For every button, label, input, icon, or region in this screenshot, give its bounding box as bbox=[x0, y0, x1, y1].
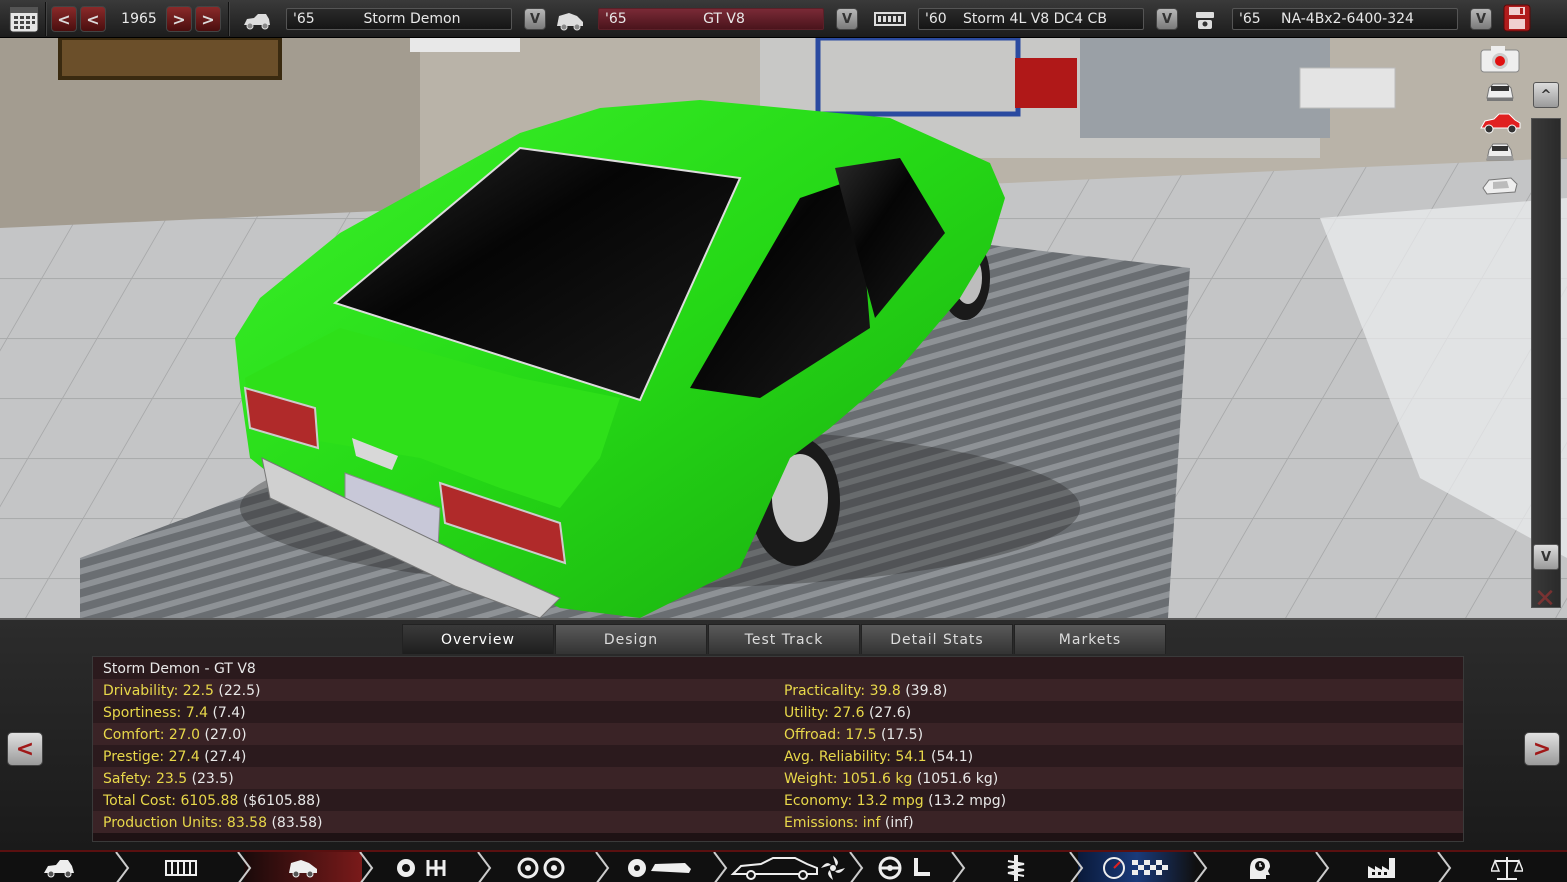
year-next-fast-button[interactable]: > bbox=[195, 6, 221, 32]
stat-safety: Safety: 23.5 (23.5) bbox=[103, 771, 234, 787]
next-panel-button[interactable]: > bbox=[1524, 732, 1560, 766]
year-next-button[interactable]: > bbox=[166, 6, 192, 32]
chevron-right-icon bbox=[115, 852, 130, 882]
designer-navbar bbox=[0, 850, 1567, 882]
info-panel: Overview Design Test Track Detail Stats … bbox=[0, 618, 1567, 850]
engine-name: Storm 4L V8 DC4 CB bbox=[963, 11, 1107, 27]
variant-dropdown-button[interactable]: V bbox=[1470, 8, 1492, 30]
stat-sportiness: Sportiness: 7.4 (7.4) bbox=[103, 705, 246, 721]
chevron-right-icon bbox=[951, 852, 966, 882]
chevron-right-icon bbox=[1437, 852, 1452, 882]
tab-design[interactable]: Design bbox=[555, 624, 707, 654]
nav-suspension-icon[interactable] bbox=[960, 852, 1072, 882]
stat-prestige: Prestige: 27.4 (27.4) bbox=[103, 749, 247, 765]
divider bbox=[228, 2, 230, 36]
nav-interior-icon[interactable] bbox=[858, 852, 954, 882]
tab-overview[interactable]: Overview bbox=[402, 624, 554, 654]
save-icon[interactable] bbox=[1503, 4, 1531, 32]
chevron-right-icon bbox=[849, 852, 864, 882]
close-icon[interactable]: ✕ bbox=[1528, 584, 1562, 614]
nav-chassis-icon[interactable] bbox=[124, 852, 238, 882]
variant-year: '65 bbox=[1239, 11, 1261, 27]
scroll-down-button[interactable]: V bbox=[1533, 544, 1559, 570]
car-rear-icon[interactable] bbox=[1477, 138, 1523, 168]
camera-icon[interactable] bbox=[1477, 44, 1523, 74]
view-scrollbar[interactable] bbox=[1531, 118, 1561, 608]
stat-comfort: Comfort: 27.0 (27.0) bbox=[103, 727, 247, 743]
nav-car-design-icon[interactable] bbox=[722, 852, 852, 882]
stat-utility: Utility: 27.6 (27.6) bbox=[784, 705, 912, 721]
stat-weight: Weight: 1051.6 kg (1051.6 kg) bbox=[784, 771, 999, 787]
car-front-icon[interactable] bbox=[1477, 76, 1523, 106]
stat-economy: Economy: 13.2 mpg (13.2 mpg) bbox=[784, 793, 1007, 809]
model-dropdown-button[interactable]: V bbox=[524, 8, 546, 30]
top-toolbar: < < 1965 > > '65 Storm Demon V '65 GT V8… bbox=[0, 0, 1567, 38]
nav-trim-icon[interactable] bbox=[244, 852, 362, 882]
model-select[interactable]: '65 Storm Demon bbox=[286, 8, 512, 30]
chevron-right-icon bbox=[477, 852, 492, 882]
engine-block-icon bbox=[874, 10, 906, 32]
variant-select[interactable]: '65 NA-4Bx2-6400-324 bbox=[1232, 8, 1458, 30]
stat-avg-reliability: Avg. Reliability: 54.1 (54.1) bbox=[784, 749, 974, 765]
nav-testing-icon[interactable] bbox=[1078, 852, 1196, 882]
year-prev-button[interactable]: < bbox=[80, 6, 106, 32]
nav-wheels-icon[interactable] bbox=[486, 852, 598, 882]
game-window: < < 1965 > > '65 Storm Demon V '65 GT V8… bbox=[0, 0, 1567, 882]
stat-drivability: Drivability: 22.5 (22.5) bbox=[103, 683, 261, 699]
chevron-right-icon bbox=[1069, 852, 1084, 882]
engine-dropdown-button[interactable]: V bbox=[1156, 8, 1178, 30]
stat-total-cost: Total Cost: 6105.88 ($6105.88) bbox=[103, 793, 321, 809]
panel-tabs: Overview Design Test Track Detail Stats … bbox=[402, 624, 1167, 654]
tab-detail-stats[interactable]: Detail Stats bbox=[861, 624, 1013, 654]
overview-stats: Storm Demon - GT V8 Drivability: 22.5 (2… bbox=[92, 656, 1464, 842]
calendar-icon[interactable] bbox=[8, 4, 40, 34]
trim-name: GT V8 bbox=[703, 11, 745, 27]
nav-time-icon[interactable] bbox=[1202, 852, 1318, 882]
model-year: '65 bbox=[293, 11, 315, 27]
nav-engine-gearbox-icon[interactable] bbox=[368, 852, 480, 882]
car-title: Storm Demon - GT V8 bbox=[103, 661, 256, 677]
nav-balance-icon[interactable] bbox=[1446, 852, 1567, 882]
garage-scene bbox=[0, 38, 1567, 618]
chevron-right-icon bbox=[237, 852, 252, 882]
stat-emissions: Emissions: inf (inf) bbox=[784, 815, 914, 831]
tab-markets[interactable]: Markets bbox=[1014, 624, 1166, 654]
trim-dropdown-button[interactable]: V bbox=[836, 8, 858, 30]
current-year: 1965 bbox=[121, 11, 157, 27]
model-name: Storm Demon bbox=[363, 11, 461, 27]
chevron-right-icon bbox=[595, 852, 610, 882]
scroll-up-button[interactable]: ^ bbox=[1533, 82, 1559, 108]
tab-test-track[interactable]: Test Track bbox=[708, 624, 860, 654]
trim-year: '65 bbox=[605, 11, 627, 27]
chevron-right-icon bbox=[1315, 852, 1330, 882]
chevron-right-icon bbox=[1193, 852, 1208, 882]
car-model-icon bbox=[242, 10, 270, 32]
nav-body-design-icon[interactable] bbox=[604, 852, 716, 882]
divider bbox=[45, 2, 47, 36]
engine-year: '60 bbox=[925, 11, 947, 27]
stat-production-units: Production Units: 83.58 (83.58) bbox=[103, 815, 323, 831]
stat-practicality: Practicality: 39.8 (39.8) bbox=[784, 683, 948, 699]
year-prev-fast-button[interactable]: < bbox=[51, 6, 77, 32]
car-side-red-icon[interactable] bbox=[1477, 108, 1523, 138]
trim-select[interactable]: '65 GT V8 bbox=[598, 8, 824, 30]
trim-icon bbox=[555, 8, 583, 31]
engine-select[interactable]: '60 Storm 4L V8 DC4 CB bbox=[918, 8, 1144, 30]
car-top-icon[interactable] bbox=[1477, 170, 1523, 200]
car-viewport[interactable]: ^ V bbox=[0, 38, 1567, 618]
stat-offroad: Offroad: 17.5 (17.5) bbox=[784, 727, 924, 743]
chevron-right-icon bbox=[359, 852, 374, 882]
variant-name: NA-4Bx2-6400-324 bbox=[1281, 11, 1414, 27]
chevron-right-icon bbox=[713, 852, 728, 882]
engine-variant-icon bbox=[1192, 8, 1220, 30]
prev-panel-button[interactable]: < bbox=[7, 732, 43, 766]
nav-factory-icon[interactable] bbox=[1324, 852, 1440, 882]
nav-car-model-icon[interactable] bbox=[0, 852, 118, 882]
